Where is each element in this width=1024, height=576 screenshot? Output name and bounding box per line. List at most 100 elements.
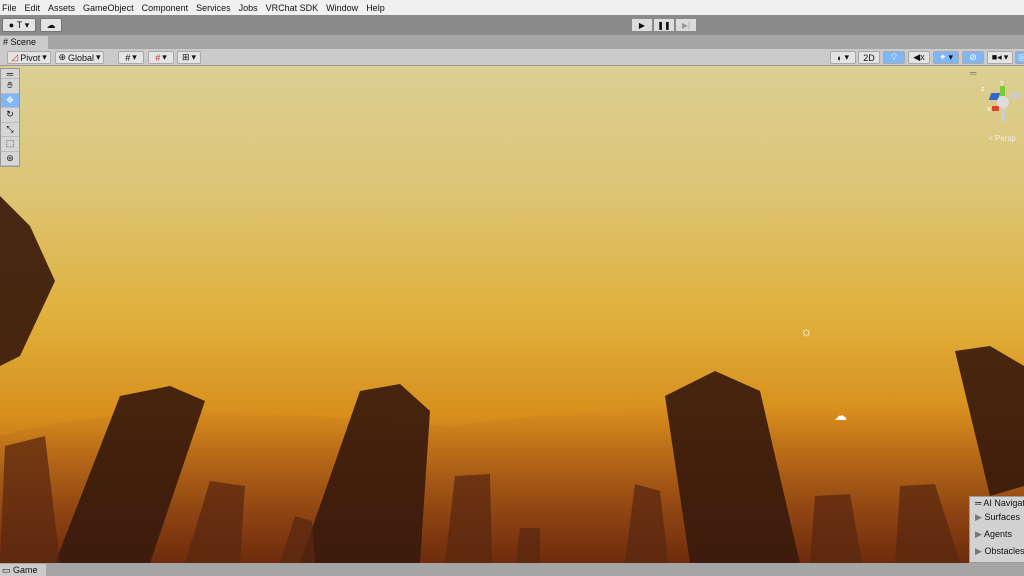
menu-gameobject[interactable]: GameObject bbox=[81, 3, 138, 13]
expand-arrow-icon: ▶ bbox=[975, 512, 982, 522]
account-label: T bbox=[16, 20, 23, 30]
lighting-toggle[interactable]: 💡︎ bbox=[883, 51, 905, 64]
grid-snap-dropdown[interactable]: # ▾ bbox=[118, 51, 144, 64]
align-dropdown[interactable]: ⊞ ▾ bbox=[177, 51, 201, 64]
visibility-toggle[interactable]: ⊘ bbox=[962, 51, 984, 64]
city-skyline bbox=[0, 196, 1024, 563]
magnet-icon: # bbox=[155, 52, 161, 63]
move-tool[interactable]: ✥ bbox=[1, 93, 19, 108]
ai-nav-obstacles[interactable]: ▶ Obstacles bbox=[970, 543, 1024, 560]
scene-viewport[interactable]: ☼ ☁ ═ z y x < Persp bbox=[0, 66, 1024, 563]
tool-palette: ═ ✋︎ ✥ ↻ ⤡ ⬚ ⊛ bbox=[0, 68, 20, 167]
persp-text: Persp bbox=[994, 134, 1016, 143]
gizmo-handle-icon: ═ bbox=[970, 68, 977, 78]
menu-bar: File Edit Assets GameObject Component Se… bbox=[0, 0, 1024, 15]
camera-gizmo-icon[interactable]: ☁ bbox=[834, 408, 847, 424]
step-icon: ▶| bbox=[681, 20, 691, 30]
menu-component[interactable]: Component bbox=[140, 3, 193, 13]
audio-toggle[interactable]: ◀x bbox=[908, 51, 930, 64]
step-button[interactable]: ▶| bbox=[675, 18, 697, 32]
scene-toolbar: ◿ Pivot ▾ ⊕ Global ▾ # ▾ # ▾ ⊞ ▾ ◐ ▾ 2D 💡︎ ◀x ✦ ▾… bbox=[0, 49, 1024, 66]
pivot-icon: ◿ bbox=[11, 52, 19, 62]
play-button[interactable]: ▶ bbox=[631, 18, 653, 32]
snap-increment-dropdown[interactable]: # ▾ bbox=[148, 51, 174, 64]
palette-handle-icon[interactable]: ═ bbox=[1, 69, 19, 79]
main-toolbar: ● T ▾ ☁ ▶ ❚❚ ▶| bbox=[0, 15, 1024, 35]
gizmo-neg-x bbox=[1009, 93, 1021, 98]
tab-scene[interactable]: # Scene bbox=[0, 36, 48, 49]
ai-nav-agents[interactable]: ▶ Agents bbox=[970, 526, 1024, 543]
game-icon: ▭ bbox=[2, 565, 11, 575]
menu-edit[interactable]: Edit bbox=[23, 3, 45, 13]
ai-navigation-overlay: ═ AI Navigation ▶ Surfaces ▶ Agents ▶ Ob… bbox=[969, 496, 1024, 563]
cloud-button[interactable]: ☁ bbox=[40, 18, 62, 32]
menu-jobs[interactable]: Jobs bbox=[237, 3, 262, 13]
pause-button[interactable]: ❚❚ bbox=[653, 18, 675, 32]
pause-icon: ❚❚ bbox=[657, 20, 671, 30]
rotate-tool[interactable]: ↻ bbox=[1, 108, 19, 123]
menu-window[interactable]: Window bbox=[324, 3, 362, 13]
grid-icon: # bbox=[125, 52, 131, 63]
game-tab-bar: ▭ Game bbox=[0, 563, 1024, 576]
rect-icon: ⬚ bbox=[5, 138, 15, 149]
rect-tool[interactable]: ⬚ bbox=[1, 137, 19, 152]
global-label: Global bbox=[68, 52, 95, 63]
effects-icon: ✦ bbox=[938, 52, 947, 62]
agents-label: Agents bbox=[983, 529, 1012, 539]
transform-icon: ⊛ bbox=[6, 152, 14, 163]
move-icon: ✥ bbox=[6, 94, 14, 105]
projection-label[interactable]: < Persp bbox=[988, 134, 1016, 143]
cloud-icon: ☁ bbox=[46, 19, 56, 30]
gizmo-x-label: x bbox=[987, 106, 991, 113]
pivot-dropdown[interactable]: ◿ Pivot ▾ bbox=[7, 51, 51, 64]
hand-icon: ✋︎ bbox=[7, 80, 13, 91]
menu-services[interactable]: Services bbox=[194, 3, 235, 13]
camera-dropdown[interactable]: ■◂ ▾ bbox=[987, 51, 1013, 64]
menu-file[interactable]: File bbox=[0, 3, 21, 13]
gizmo-z-label: z bbox=[981, 86, 985, 93]
account-icon: ● bbox=[8, 20, 15, 30]
gizmo-neg-y bbox=[1001, 108, 1005, 122]
menu-assets[interactable]: Assets bbox=[46, 3, 79, 13]
sphere-icon: ◐ bbox=[837, 52, 843, 63]
gizmo-x-axis[interactable] bbox=[992, 106, 999, 111]
tab-game-label: Game bbox=[13, 565, 38, 575]
shading-mode-dropdown[interactable]: ◐ ▾ bbox=[830, 51, 856, 64]
tab-bar: # Scene bbox=[0, 35, 1024, 49]
ai-nav-surfaces[interactable]: ▶ Surfaces bbox=[970, 509, 1024, 526]
directional-light-icon[interactable]: ☼ bbox=[800, 323, 813, 339]
obstacles-label: Obstacles bbox=[984, 546, 1024, 556]
menu-vrchat-sdk[interactable]: VRChat SDK bbox=[264, 3, 323, 13]
scale-tool[interactable]: ⤡ bbox=[1, 123, 19, 137]
align-icon: ⊞ bbox=[181, 52, 190, 62]
2d-toggle[interactable]: 2D bbox=[858, 51, 880, 64]
surfaces-label: Surfaces bbox=[984, 512, 1020, 522]
play-icon: ▶ bbox=[638, 20, 646, 30]
account-button[interactable]: ● T ▾ bbox=[2, 18, 36, 32]
gizmos-dropdown[interactable]: ◎ bbox=[1015, 51, 1024, 64]
transform-tool[interactable]: ⊛ bbox=[1, 152, 19, 166]
camera-icon: ■◂ bbox=[991, 52, 1002, 62]
globe-icon: ⊕ bbox=[58, 52, 66, 62]
2d-label: 2D bbox=[863, 52, 875, 63]
hidden-eye-icon: ⊘ bbox=[969, 52, 977, 62]
gizmo-y-axis[interactable] bbox=[1000, 86, 1005, 96]
pivot-label: Pivot bbox=[20, 52, 41, 63]
speaker-icon: ◀x bbox=[913, 52, 925, 62]
effects-dropdown[interactable]: ✦ ▾ bbox=[933, 51, 959, 64]
orientation-gizmo[interactable]: ═ z y x bbox=[970, 68, 1024, 126]
tab-game[interactable]: ▭ Game bbox=[0, 564, 46, 576]
menu-help[interactable]: Help bbox=[364, 3, 389, 13]
scale-icon: ⤡ bbox=[6, 123, 14, 134]
global-dropdown[interactable]: ⊕ Global ▾ bbox=[55, 51, 104, 64]
ai-nav-title[interactable]: ═ AI Navigation bbox=[970, 497, 1024, 509]
ai-nav-title-text: AI Navigation bbox=[983, 498, 1024, 508]
expand-arrow-icon: ▶ bbox=[975, 546, 982, 556]
globe-icon: ◎ bbox=[1018, 52, 1024, 62]
gizmo-center[interactable] bbox=[997, 96, 1009, 108]
tab-scene-label: Scene bbox=[10, 37, 37, 47]
lightbulb-icon: 💡︎ bbox=[890, 52, 898, 62]
expand-arrow-icon: ▶ bbox=[975, 529, 982, 539]
hand-tool[interactable]: ✋︎ bbox=[1, 79, 19, 94]
rotate-icon: ↻ bbox=[6, 109, 14, 120]
